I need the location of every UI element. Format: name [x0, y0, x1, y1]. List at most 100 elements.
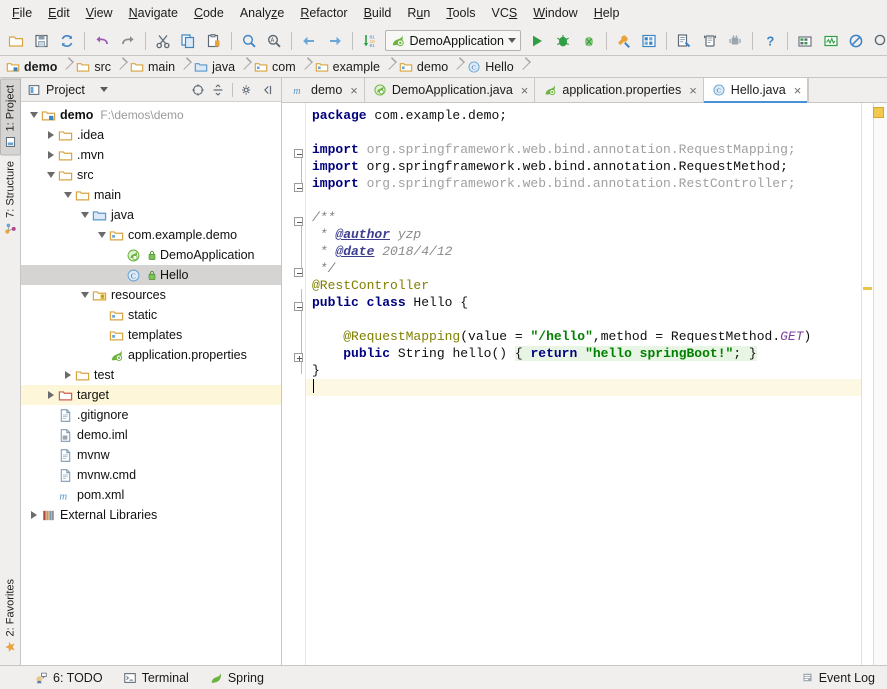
- undo-icon[interactable]: [90, 29, 114, 53]
- tree-node-application-properties[interactable]: application.properties: [21, 345, 281, 365]
- status-item-spring[interactable]: Spring: [199, 669, 274, 687]
- code-text[interactable]: package com.example.demo; import org.spri…: [306, 103, 861, 665]
- tree-node-pom-xml[interactable]: m pom.xml: [21, 485, 281, 505]
- editor-tab-hello-java[interactable]: C Hello.java ×: [703, 78, 809, 103]
- code-line[interactable]: import org.springframework.web.bind.anno…: [306, 141, 861, 158]
- tree-node-test[interactable]: test: [21, 365, 281, 385]
- inspection-status-icon[interactable]: [873, 107, 884, 118]
- collapse-fold-icon[interactable]: [294, 302, 303, 311]
- fold-toggle[interactable]: [282, 179, 306, 196]
- chevron-down-icon[interactable]: [78, 292, 91, 298]
- code-line[interactable]: * @date 2018/4/12: [306, 243, 861, 260]
- project-view-selector[interactable]: Project: [24, 83, 108, 97]
- open-folder-icon[interactable]: [4, 29, 28, 53]
- redo-icon[interactable]: [116, 29, 140, 53]
- collapse-fold-icon[interactable]: [294, 183, 303, 192]
- tool-tab-structure[interactable]: 7: Structure: [1, 155, 20, 241]
- chevron-right-icon[interactable]: [61, 371, 74, 379]
- code-line[interactable]: @RequestMapping(value = "/hello",method …: [306, 328, 861, 345]
- code-line[interactable]: [306, 192, 861, 209]
- tree-node--idea[interactable]: .idea: [21, 125, 281, 145]
- code-line[interactable]: [306, 124, 861, 141]
- search-everywhere-icon[interactable]: [869, 29, 887, 53]
- breadcrumb-item-main[interactable]: main: [126, 56, 181, 78]
- tree-node-external-libraries[interactable]: External Libraries: [21, 505, 281, 525]
- editor-gutter[interactable]: [282, 103, 306, 665]
- forward-arrow-icon[interactable]: [323, 29, 347, 53]
- tree-node-com-example-demo[interactable]: com.example.demo: [21, 225, 281, 245]
- chevron-right-icon[interactable]: [27, 511, 40, 519]
- fold-toggle[interactable]: [282, 264, 306, 281]
- menu-tools[interactable]: Tools: [438, 3, 483, 23]
- code-line[interactable]: @RestController: [306, 277, 861, 294]
- collapse-target-icon[interactable]: [189, 81, 207, 99]
- editor-tab-demo[interactable]: m demo ×: [284, 78, 365, 102]
- menu-run[interactable]: Run: [399, 3, 438, 23]
- tree-node-demo[interactable]: demo F:\demos\demo: [21, 105, 281, 125]
- tree-node-mvnw-cmd[interactable]: mvnw.cmd: [21, 465, 281, 485]
- tree-node-main[interactable]: main: [21, 185, 281, 205]
- chevron-down-icon[interactable]: [27, 112, 40, 118]
- warning-marker[interactable]: [863, 287, 872, 290]
- menu-refactor[interactable]: Refactor: [292, 3, 355, 23]
- no-entry-icon[interactable]: [844, 29, 868, 53]
- chevron-down-icon[interactable]: [507, 38, 516, 43]
- close-icon[interactable]: ×: [794, 84, 802, 97]
- breadcrumb-item-src[interactable]: src: [72, 56, 117, 78]
- run-icon[interactable]: [525, 29, 549, 53]
- tree-node-static[interactable]: static: [21, 305, 281, 325]
- breadcrumb-item-demo[interactable]: demo: [395, 56, 454, 78]
- collapse-fold-icon[interactable]: [294, 149, 303, 158]
- chevron-down-icon[interactable]: [78, 212, 91, 218]
- replace-icon[interactable]: A: [263, 29, 287, 53]
- chevron-down-icon[interactable]: [44, 172, 57, 178]
- code-line[interactable]: package com.example.demo;: [306, 107, 861, 124]
- debug-icon[interactable]: [551, 29, 575, 53]
- tree-node-templates[interactable]: templates: [21, 325, 281, 345]
- help-icon[interactable]: ?: [758, 29, 782, 53]
- back-arrow-icon[interactable]: [297, 29, 321, 53]
- android-device-icon[interactable]: [724, 29, 748, 53]
- save-all-icon[interactable]: [30, 29, 54, 53]
- status-item-event-log[interactable]: Event Log: [791, 669, 887, 687]
- build-project-icon[interactable]: [612, 29, 636, 53]
- menu-analyze[interactable]: Analyze: [232, 3, 292, 23]
- tool-tab-project[interactable]: 1: Project: [0, 78, 21, 156]
- run-configuration-selector[interactable]: DemoApplication: [385, 30, 522, 51]
- cut-icon[interactable]: [151, 29, 175, 53]
- sync-refresh-icon[interactable]: [55, 29, 79, 53]
- hide-panel-icon[interactable]: [258, 81, 276, 99]
- code-line[interactable]: * @author yzp: [306, 226, 861, 243]
- fold-toggle[interactable]: [282, 145, 306, 162]
- menu-window[interactable]: Window: [525, 3, 585, 23]
- breadcrumb-item-java[interactable]: java: [190, 56, 241, 78]
- tree-node-target[interactable]: target: [21, 385, 281, 405]
- collapse-fold-icon[interactable]: [294, 268, 303, 277]
- paste-icon[interactable]: [202, 29, 226, 53]
- close-icon[interactable]: ×: [350, 84, 358, 97]
- tree-node--mvn[interactable]: .mvn: [21, 145, 281, 165]
- breadcrumb-item-com[interactable]: com: [250, 56, 302, 78]
- status-item-6--todo[interactable]: 6: TODO: [24, 669, 113, 687]
- menu-view[interactable]: View: [78, 3, 121, 23]
- menu-edit[interactable]: Edit: [40, 3, 78, 23]
- tree-node--gitignore[interactable]: .gitignore: [21, 405, 281, 425]
- find-icon[interactable]: [237, 29, 261, 53]
- project-tree[interactable]: demo F:\demos\demo .idea .mvn src main java com…: [21, 102, 281, 665]
- tree-node-hello[interactable]: C Hello: [21, 265, 281, 285]
- code-editor[interactable]: package com.example.demo; import org.spri…: [282, 103, 887, 665]
- code-line[interactable]: [306, 311, 861, 328]
- error-marker-bar[interactable]: [861, 103, 873, 665]
- menu-navigate[interactable]: Navigate: [121, 3, 186, 23]
- collapse-fold-icon[interactable]: [294, 217, 303, 226]
- tree-node-resources[interactable]: resources: [21, 285, 281, 305]
- fold-toggle[interactable]: [282, 298, 306, 315]
- chevron-down-icon[interactable]: [95, 232, 108, 238]
- code-line[interactable]: [306, 379, 861, 396]
- menu-file[interactable]: File: [4, 3, 40, 23]
- sync-gradle-icon[interactable]: [698, 29, 722, 53]
- expand-fold-icon[interactable]: [294, 353, 303, 362]
- breadcrumb-item-example[interactable]: example: [311, 56, 386, 78]
- avd-manager-icon[interactable]: [637, 29, 661, 53]
- chevron-right-icon[interactable]: [44, 391, 57, 399]
